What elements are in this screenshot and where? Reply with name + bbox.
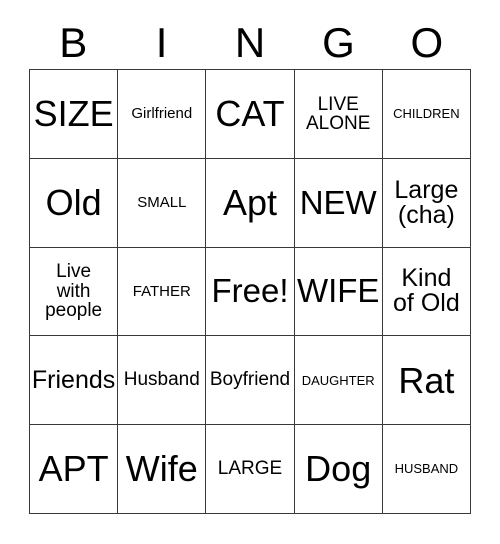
bingo-cell-b4[interactable]: Friends bbox=[30, 336, 119, 426]
bingo-cell-text: Girlfriend bbox=[131, 105, 193, 123]
bingo-cell-b3[interactable]: Live with people bbox=[30, 247, 119, 337]
bingo-cell-text: SIZE bbox=[33, 93, 114, 135]
bingo-cell-text: Boyfriend bbox=[209, 369, 291, 391]
bingo-cell-b2[interactable]: Old bbox=[30, 158, 119, 248]
bingo-header-letter-i: I bbox=[155, 18, 168, 66]
bingo-cell-text: Dog bbox=[305, 448, 372, 490]
bingo-cell-i5[interactable]: Wife bbox=[118, 425, 207, 514]
bingo-cell-o1[interactable]: CHILDREN bbox=[382, 70, 471, 159]
bingo-cell-text: Friends bbox=[31, 366, 116, 395]
bingo-cell-text: Free! bbox=[211, 272, 289, 310]
bingo-cell-free-space[interactable]: Free! bbox=[206, 247, 295, 337]
bingo-cell-text: Kind of Old bbox=[393, 264, 460, 318]
bingo-cell-g3[interactable]: WIFE bbox=[294, 247, 383, 337]
bingo-cell-i1[interactable]: Girlfriend bbox=[118, 70, 207, 159]
bingo-cell-text: Apt bbox=[222, 181, 278, 223]
bingo-cell-text: HUSBAND bbox=[394, 461, 459, 477]
bingo-cell-text: SMALL bbox=[137, 193, 187, 211]
bingo-cell-o3[interactable]: Kind of Old bbox=[382, 247, 471, 337]
bingo-card: B I N G O SIZE Girlfriend CAT LIVE ALONE… bbox=[0, 0, 500, 544]
bingo-cell-n2[interactable]: Apt bbox=[206, 158, 295, 248]
bingo-grid: SIZE Girlfriend CAT LIVE ALONE CHILDREN … bbox=[29, 69, 471, 514]
bingo-cell-g5[interactable]: Dog bbox=[294, 425, 383, 514]
bingo-cell-g1[interactable]: LIVE ALONE bbox=[294, 70, 383, 159]
bingo-cell-n4[interactable]: Boyfriend bbox=[206, 336, 295, 426]
bingo-cell-g2[interactable]: NEW bbox=[294, 158, 383, 248]
bingo-cell-text: NEW bbox=[299, 183, 377, 221]
bingo-cell-g4[interactable]: DAUGHTER bbox=[294, 336, 383, 426]
bingo-cell-b1[interactable]: SIZE bbox=[30, 70, 119, 159]
bingo-cell-text: LARGE bbox=[217, 458, 283, 480]
bingo-cell-text: FATHER bbox=[132, 282, 191, 300]
bingo-cell-text: Wife bbox=[125, 448, 198, 490]
bingo-header-letter-b: B bbox=[59, 18, 88, 66]
bingo-cell-o4[interactable]: Rat bbox=[382, 336, 471, 426]
bingo-header-letter-o: O bbox=[410, 18, 444, 66]
bingo-cell-b5[interactable]: APT bbox=[30, 425, 119, 514]
bingo-header: B I N G O bbox=[29, 16, 471, 69]
bingo-cell-n5[interactable]: LARGE bbox=[206, 425, 295, 514]
bingo-cell-i4[interactable]: Husband bbox=[118, 336, 207, 426]
bingo-cell-text: CAT bbox=[215, 93, 285, 135]
bingo-cell-text: Rat bbox=[398, 359, 455, 401]
bingo-cell-o5[interactable]: HUSBAND bbox=[382, 425, 471, 514]
bingo-header-letter-g: G bbox=[322, 18, 355, 66]
bingo-cell-i2[interactable]: SMALL bbox=[118, 158, 207, 248]
bingo-cell-text: WIFE bbox=[296, 272, 380, 310]
bingo-cell-text: Large (cha) bbox=[394, 175, 459, 229]
bingo-cell-text: Old bbox=[45, 181, 102, 223]
bingo-cell-text: APT bbox=[38, 448, 109, 490]
bingo-cell-i3[interactable]: FATHER bbox=[118, 247, 207, 337]
bingo-cell-text: CHILDREN bbox=[393, 106, 460, 122]
bingo-header-letter-n: N bbox=[234, 18, 266, 66]
bingo-cell-o2[interactable]: Large (cha) bbox=[382, 158, 471, 248]
bingo-cell-n1[interactable]: CAT bbox=[206, 70, 295, 159]
bingo-cell-text: DAUGHTER bbox=[301, 372, 375, 388]
bingo-cell-text: Live with people bbox=[45, 261, 103, 322]
bingo-cell-text: LIVE ALONE bbox=[305, 93, 371, 134]
bingo-cell-text: Husband bbox=[123, 369, 200, 391]
